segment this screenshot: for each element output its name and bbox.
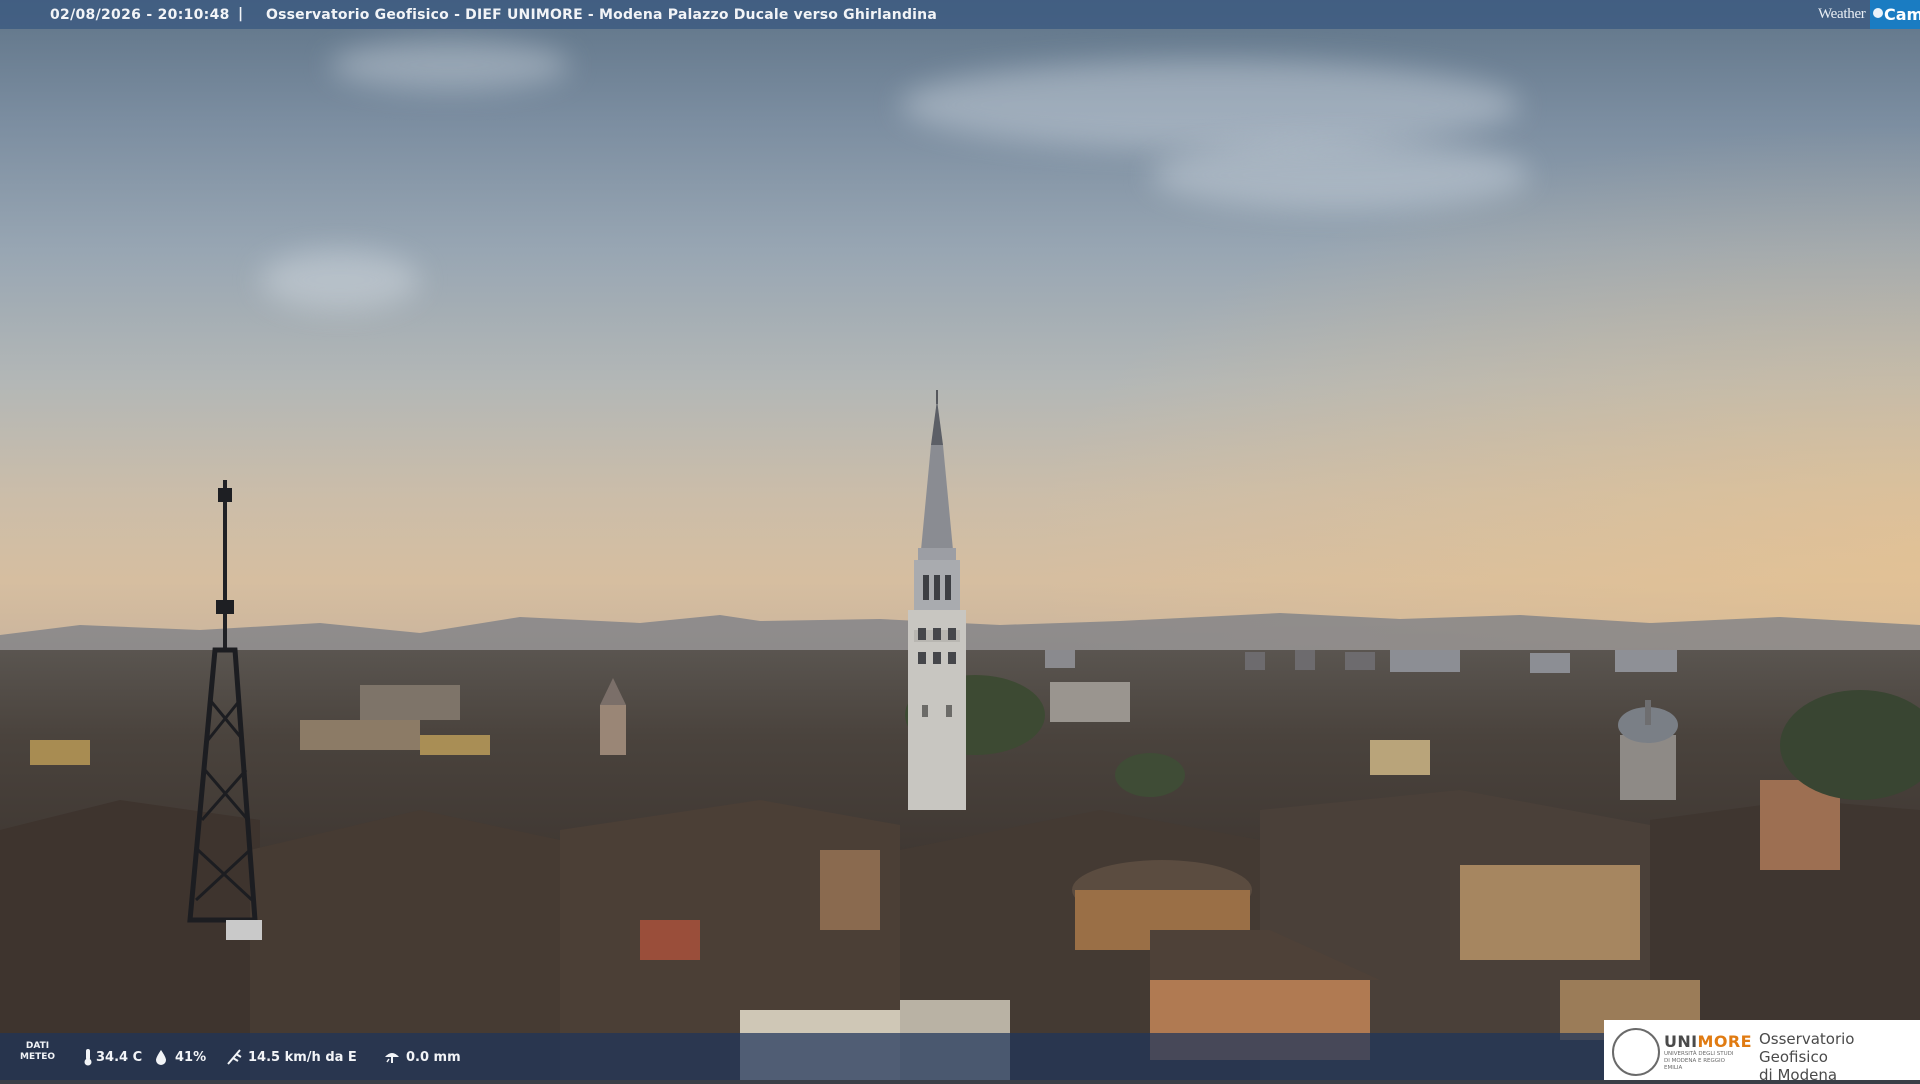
antenna-mast	[187, 480, 262, 940]
rain-value: 0.0 mm	[406, 1050, 461, 1065]
temperature-value: 34.4 C	[96, 1050, 143, 1065]
unimore-subtitle: UNIVERSITÀ DEGLI STUDI DI MODENA E REGGI…	[1664, 1051, 1734, 1071]
weather-bar: DATI METEO 34.4 C 41% 14.5 km/h da E 0.0…	[0, 1033, 1604, 1080]
weathercam-logo-cam-box: Cam	[1870, 0, 1920, 29]
cloud	[330, 40, 570, 90]
university-seal-icon	[1612, 1028, 1660, 1076]
cloud	[900, 60, 1520, 150]
weather-data-label: DATI METEO	[20, 1041, 56, 1062]
wind-icon	[227, 1049, 242, 1065]
rain-icon	[385, 1053, 399, 1063]
thermometer-icon	[84, 1049, 92, 1066]
observatory-logo: UNIMORE UNIVERSITÀ DEGLI STUDI DI MODENA…	[1604, 1020, 1920, 1084]
cloud	[1150, 140, 1530, 210]
webcam-image	[0, 0, 1920, 1080]
weathercam-logo[interactable]: Weather Cam	[1818, 0, 1920, 29]
observatory-name: Osservatorio Geofisico di Modena	[1759, 1030, 1855, 1084]
camera-lens-icon	[1873, 8, 1883, 18]
weathercam-logo-weather: Weather	[1818, 6, 1866, 22]
humidity-value: 41%	[175, 1050, 207, 1065]
camera-title: Osservatorio Geofisico - DIEF UNIMORE - …	[266, 7, 937, 23]
sunset-glow	[1020, 120, 1920, 660]
weathercam-logo-cam: Cam	[1884, 5, 1920, 24]
unimore-wordmark: UNIMORE	[1664, 1032, 1752, 1051]
timestamp: 02/08/2026 - 20:10:48	[50, 7, 230, 23]
header-bar: 02/08/2026 - 20:10:48 | Osservatorio Geo…	[0, 0, 1920, 29]
wind-value: 14.5 km/h da E	[248, 1050, 357, 1065]
ghirlandina-tower	[908, 390, 966, 810]
header-separator: |	[238, 6, 244, 22]
humidity-icon	[156, 1050, 166, 1065]
cloud	[260, 250, 420, 310]
